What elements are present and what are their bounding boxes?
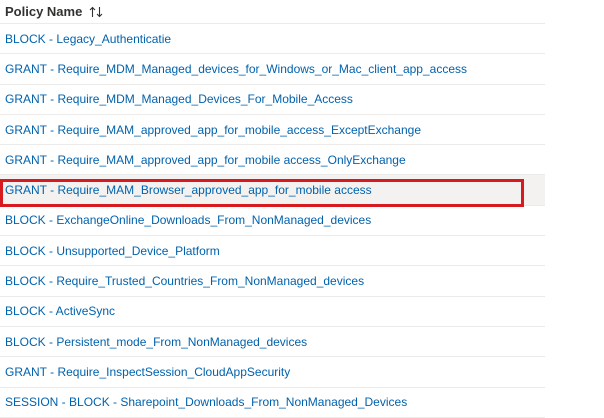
policy-name-link[interactable]: GRANT - Require_MDM_Managed_Devices_For_… bbox=[5, 92, 353, 106]
policy-name-link[interactable]: BLOCK - ActiveSync bbox=[5, 304, 115, 318]
table-row[interactable]: BLOCK - Legacy_Authenticatie bbox=[0, 24, 545, 55]
policy-name-link[interactable]: BLOCK - ExchangeOnline_Downloads_From_No… bbox=[5, 213, 371, 227]
policy-name-link[interactable]: GRANT - Require_MAM_approved_app_for_mob… bbox=[5, 123, 421, 137]
table-row[interactable]: GRANT - Require_MDM_Managed_devices_for_… bbox=[0, 54, 545, 85]
policy-table: Policy Name BLOCK - Legacy_Authenticatie… bbox=[0, 0, 545, 418]
column-header-label: Policy Name bbox=[5, 4, 83, 19]
policy-name-link[interactable]: BLOCK - Require_Trusted_Countries_From_N… bbox=[5, 274, 364, 288]
table-row[interactable]: BLOCK - Require_Trusted_Countries_From_N… bbox=[0, 266, 545, 297]
table-row[interactable]: BLOCK - ExchangeOnline_Downloads_From_No… bbox=[0, 206, 545, 237]
table-row[interactable]: BLOCK - ActiveSync bbox=[0, 297, 545, 327]
column-header-policy-name[interactable]: Policy Name bbox=[0, 0, 545, 24]
table-row[interactable]: BLOCK - Persistent_mode_From_NonManaged_… bbox=[0, 327, 545, 358]
sort-up-down-icon-svg bbox=[89, 6, 103, 17]
table-row[interactable]: GRANT - Require_MAM_Browser_approved_app… bbox=[0, 175, 545, 206]
policy-name-link[interactable]: BLOCK - Persistent_mode_From_NonManaged_… bbox=[5, 335, 307, 349]
policy-name-link[interactable]: SESSION - BLOCK - Sharepoint_Downloads_F… bbox=[5, 395, 407, 409]
table-row[interactable]: BLOCK - Unsupported_Device_Platform bbox=[0, 236, 545, 267]
policy-name-link[interactable]: GRANT - Require_MAM_approved_app_for_mob… bbox=[5, 153, 406, 167]
policy-name-link[interactable]: GRANT - Require_MAM_Browser_approved_app… bbox=[5, 183, 372, 197]
table-row[interactable]: GRANT - Require_MDM_Managed_Devices_For_… bbox=[0, 85, 545, 115]
table-row[interactable]: GRANT - Require_MAM_approved_app_for_mob… bbox=[0, 145, 545, 176]
policy-name-link[interactable]: BLOCK - Legacy_Authenticatie bbox=[5, 32, 171, 46]
table-row[interactable]: SESSION - BLOCK - Sharepoint_Downloads_F… bbox=[0, 388, 545, 418]
sort-up-down-icon[interactable] bbox=[89, 6, 103, 18]
policy-rows: BLOCK - Legacy_Authenticatie GRANT - Requ… bbox=[0, 24, 545, 418]
table-row[interactable]: GRANT - Require_InspectSession_CloudAppS… bbox=[0, 357, 545, 388]
policy-list-page: Policy Name BLOCK - Legacy_Authenticatie… bbox=[0, 0, 604, 418]
table-row[interactable]: GRANT - Require_MAM_approved_app_for_mob… bbox=[0, 115, 545, 146]
policy-name-link[interactable]: GRANT - Require_MDM_Managed_devices_for_… bbox=[5, 62, 467, 76]
policy-name-link[interactable]: BLOCK - Unsupported_Device_Platform bbox=[5, 244, 220, 258]
policy-name-link[interactable]: GRANT - Require_InspectSession_CloudAppS… bbox=[5, 365, 290, 379]
